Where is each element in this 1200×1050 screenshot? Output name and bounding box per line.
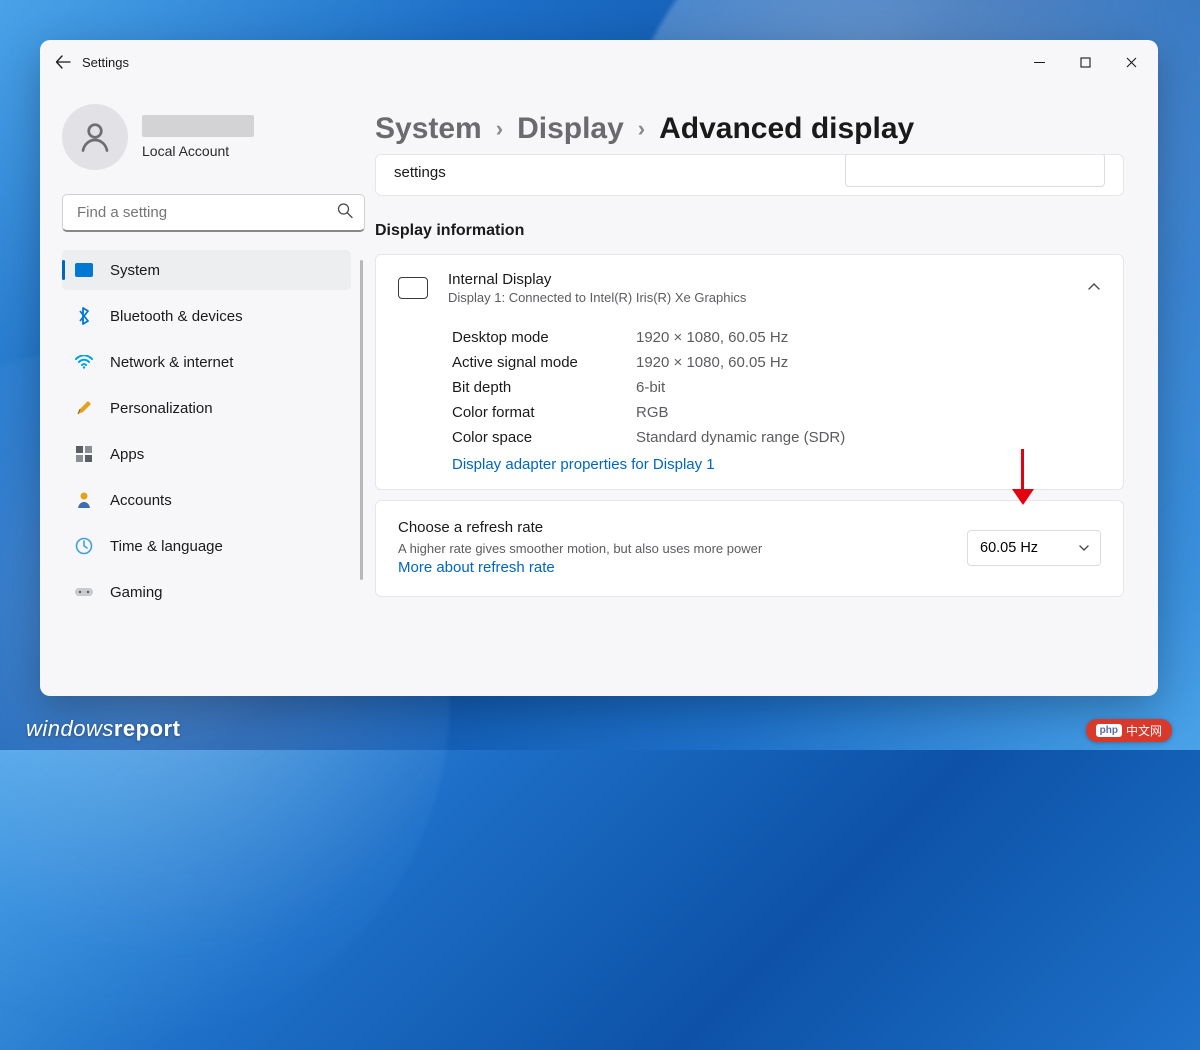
close-button[interactable] <box>1108 46 1154 78</box>
monitor-icon <box>398 277 428 299</box>
close-icon <box>1126 57 1137 68</box>
back-button[interactable] <box>46 45 80 79</box>
minimize-icon <box>1034 57 1045 68</box>
sidebar-item-time-language[interactable]: Time & language <box>62 526 351 566</box>
sidebar-item-label: Accounts <box>110 492 172 509</box>
display-subtitle: Display 1: Connected to Intel(R) Iris(R)… <box>448 290 746 305</box>
watermark: windowsreport <box>26 716 180 742</box>
bluetooth-icon <box>74 306 94 326</box>
gamepad-icon <box>74 582 94 602</box>
display-title: Internal Display <box>448 271 746 288</box>
sidebar-item-label: Time & language <box>110 538 223 555</box>
arrow-left-icon <box>55 54 71 70</box>
account-subtitle: Local Account <box>142 143 254 159</box>
minimize-button[interactable] <box>1016 46 1062 78</box>
display-info-card: Internal Display Display 1: Connected to… <box>375 254 1124 490</box>
accounts-icon <box>74 490 94 510</box>
person-icon <box>77 119 113 155</box>
partial-card-label: settings <box>394 164 446 181</box>
sidebar-item-label: Apps <box>110 446 144 463</box>
sidebar-item-label: Gaming <box>110 584 163 601</box>
breadcrumb-system[interactable]: System <box>375 112 482 146</box>
sidebar-item-gaming[interactable]: Gaming <box>62 572 351 612</box>
info-row: Desktop mode1920 × 1080, 60.05 Hz <box>452 325 1101 350</box>
sidebar-scrollbar[interactable] <box>360 260 363 580</box>
info-row: Active signal mode1920 × 1080, 60.05 Hz <box>452 350 1101 375</box>
search-icon <box>337 203 353 224</box>
sidebar-item-label: Network & internet <box>110 354 233 371</box>
apps-icon <box>74 444 94 464</box>
paintbrush-icon <box>74 398 94 418</box>
search-box[interactable] <box>62 194 365 232</box>
info-row: Bit depth6-bit <box>452 375 1101 400</box>
refresh-title: Choose a refresh rate <box>398 519 818 536</box>
refresh-rate-value: 60.05 Hz <box>980 540 1038 556</box>
display-info-grid: Desktop mode1920 × 1080, 60.05 Hz Active… <box>376 321 1123 489</box>
wifi-icon <box>74 352 94 372</box>
breadcrumb: System › Display › Advanced display <box>375 112 1124 146</box>
sidebar: Local Account System Bluetooth <box>40 84 375 696</box>
sidebar-item-label: System <box>110 262 160 279</box>
chevron-up-icon <box>1087 279 1101 297</box>
sidebar-item-bluetooth[interactable]: Bluetooth & devices <box>62 296 351 336</box>
avatar <box>62 104 128 170</box>
partial-card-top: settings <box>375 154 1124 196</box>
refresh-desc: A higher rate gives smoother motion, but… <box>398 540 818 578</box>
sidebar-item-apps[interactable]: Apps <box>62 434 351 474</box>
sidebar-item-system[interactable]: System <box>62 250 351 290</box>
adapter-properties-link[interactable]: Display adapter properties for Display 1 <box>452 450 715 475</box>
titlebar: Settings <box>40 40 1158 84</box>
refresh-rate-card: Choose a refresh rate A higher rate give… <box>375 500 1124 597</box>
settings-window: Settings Local Account <box>40 40 1158 696</box>
info-row: Color spaceStandard dynamic range (SDR) <box>452 425 1101 450</box>
breadcrumb-display[interactable]: Display <box>517 112 624 146</box>
globe-clock-icon <box>74 536 94 556</box>
section-title: Display information <box>375 222 1124 240</box>
system-icon <box>74 260 94 280</box>
refresh-rate-select[interactable]: 60.05 Hz <box>967 530 1101 566</box>
partial-dropdown[interactable] <box>845 154 1105 187</box>
search-input[interactable] <box>62 194 365 232</box>
sidebar-nav: System Bluetooth & devices Network & int… <box>62 250 365 696</box>
window-title: Settings <box>82 55 129 70</box>
account-block[interactable]: Local Account <box>62 84 365 188</box>
display-card-header[interactable]: Internal Display Display 1: Connected to… <box>376 255 1123 321</box>
info-row: Color formatRGB <box>452 400 1101 425</box>
sidebar-item-network[interactable]: Network & internet <box>62 342 351 382</box>
maximize-icon <box>1080 57 1091 68</box>
sidebar-item-label: Bluetooth & devices <box>110 308 243 325</box>
more-about-refresh-link[interactable]: More about refresh rate <box>398 558 555 578</box>
maximize-button[interactable] <box>1062 46 1108 78</box>
sidebar-item-accounts[interactable]: Accounts <box>62 480 351 520</box>
site-stamp: php中文网 <box>1086 719 1172 742</box>
chevron-down-icon <box>1078 540 1090 556</box>
breadcrumb-current: Advanced display <box>659 112 914 146</box>
chevron-right-icon: › <box>496 116 503 142</box>
sidebar-item-personalization[interactable]: Personalization <box>62 388 351 428</box>
chevron-right-icon: › <box>638 116 645 142</box>
account-name-redacted <box>142 115 254 137</box>
main-content: System › Display › Advanced display sett… <box>375 84 1158 696</box>
sidebar-item-label: Personalization <box>110 400 213 417</box>
